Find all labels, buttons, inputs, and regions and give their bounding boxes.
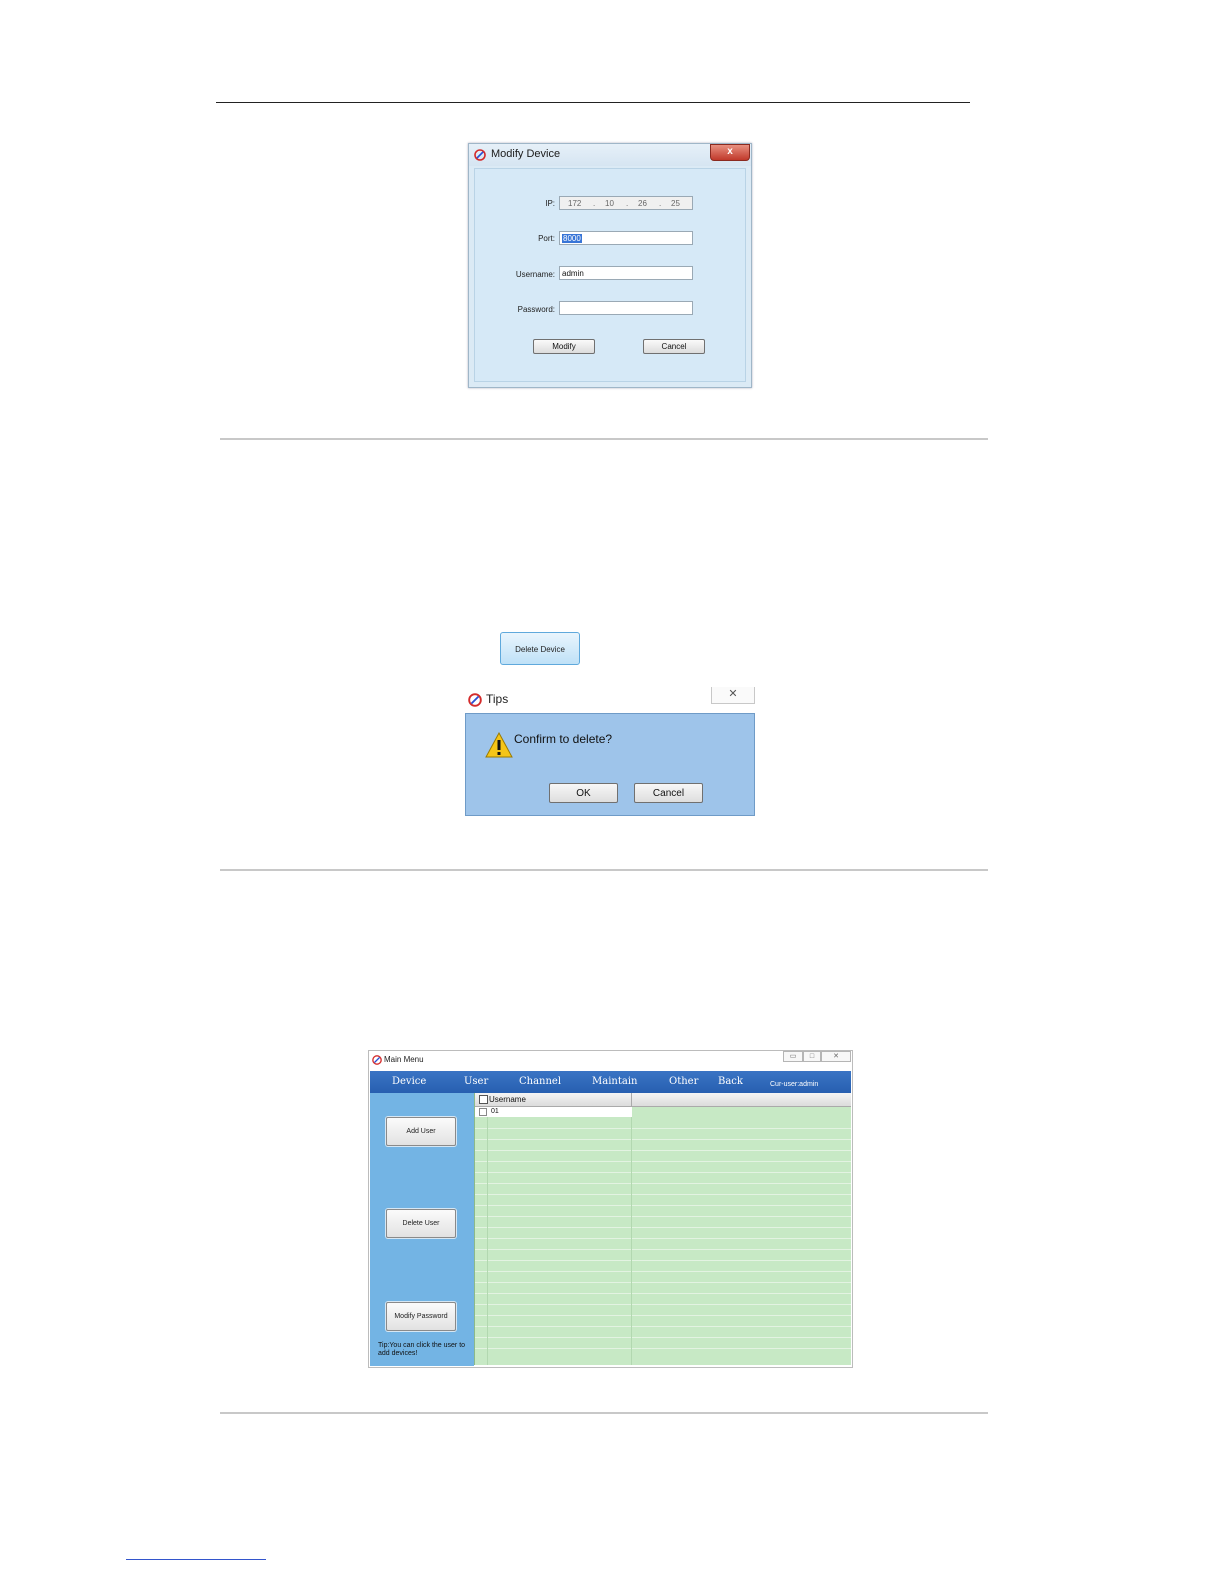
grid-line <box>475 1260 851 1261</box>
grid-line <box>475 1315 851 1316</box>
main-nav-bar: Device User Channel Maintain Other Back … <box>370 1071 851 1093</box>
dialog-body: IP: 172 . 10 . 26 . 25 Port: 8000 Userna… <box>474 168 746 382</box>
app-logo-icon <box>468 693 482 707</box>
tip-text: Tip:You can click the user to add device… <box>378 1342 466 1357</box>
password-label: Password: <box>517 305 555 314</box>
grid-line <box>475 1271 851 1272</box>
ip-octet: 172 <box>568 199 582 208</box>
ip-field[interactable]: 172 . 10 . 26 . 25 <box>559 196 693 210</box>
modify-device-dialog: Modify Device x IP: 172 . 10 . 26 . 25 P… <box>468 143 752 388</box>
ok-button[interactable]: OK <box>549 783 618 803</box>
cancel-button[interactable]: Cancel <box>643 339 705 354</box>
port-label: Port: <box>538 234 555 243</box>
grid-line <box>475 1194 851 1195</box>
row-checkbox[interactable] <box>479 1108 487 1116</box>
nav-back[interactable]: Back <box>718 1076 743 1087</box>
dialog-titlebar: Tips ✕ <box>460 687 758 711</box>
password-input[interactable] <box>559 301 693 315</box>
nav-user[interactable]: User <box>464 1076 488 1087</box>
grid-line <box>475 1293 851 1294</box>
grid-line <box>475 1128 851 1129</box>
row-username: 01 <box>491 1108 499 1115</box>
delete-user-button[interactable]: Delete User <box>386 1209 456 1238</box>
window-titlebar: Main Menu ▭ □ ✕ <box>369 1051 852 1070</box>
column-divider <box>631 1093 632 1106</box>
grid-line <box>475 1205 851 1206</box>
modify-password-button[interactable]: Modify Password <box>386 1302 456 1331</box>
nav-other[interactable]: Other <box>669 1076 698 1087</box>
grid-line <box>475 1282 851 1283</box>
main-menu-window: Main Menu ▭ □ ✕ Device User Channel Main… <box>368 1050 853 1368</box>
username-input[interactable]: admin <box>559 266 693 280</box>
window-title: Main Menu <box>384 1055 424 1064</box>
close-icon[interactable]: ✕ <box>711 687 755 704</box>
grid-line <box>475 1161 851 1162</box>
user-sidebar: Add User Delete User Modify Password Tip… <box>370 1093 474 1366</box>
add-user-button[interactable]: Add User <box>386 1117 456 1146</box>
modify-button[interactable]: Modify <box>533 339 595 354</box>
table-header: Username <box>475 1093 851 1107</box>
port-value: 8000 <box>562 234 582 243</box>
app-logo-icon <box>372 1055 382 1065</box>
section-divider <box>220 438 988 440</box>
grid-line <box>475 1139 851 1140</box>
delete-device-button[interactable]: Delete Device <box>500 632 580 665</box>
grid-line <box>475 1183 851 1184</box>
nav-channel[interactable]: Channel <box>519 1076 561 1087</box>
nav-device[interactable]: Device <box>392 1076 426 1087</box>
grid-line <box>475 1326 851 1327</box>
grid-line <box>475 1150 851 1151</box>
grid-line <box>487 1106 488 1365</box>
ip-label: IP: <box>545 199 555 208</box>
cancel-button[interactable]: Cancel <box>634 783 703 803</box>
ip-octet: 26 <box>638 199 647 208</box>
footnote-rule <box>126 1559 266 1560</box>
column-header-username: Username <box>489 1095 526 1104</box>
grid-line <box>475 1172 851 1173</box>
ip-dot: . <box>626 199 629 208</box>
ip-octet: 10 <box>605 199 614 208</box>
app-logo-icon <box>474 149 486 161</box>
grid-line <box>475 1348 851 1349</box>
minimize-icon[interactable]: ▭ <box>783 1051 803 1062</box>
warning-icon <box>485 732 513 758</box>
grid-line <box>475 1249 851 1250</box>
username-label: Username: <box>515 270 555 279</box>
user-table: Username 01 <box>474 1093 851 1365</box>
grid-line <box>631 1106 632 1365</box>
close-icon[interactable]: x <box>710 144 750 161</box>
top-rule <box>216 102 970 103</box>
grid-line <box>475 1216 851 1217</box>
close-icon[interactable]: ✕ <box>821 1051 851 1062</box>
confirm-message: Confirm to delete? <box>514 732 613 746</box>
grid-line <box>475 1337 851 1338</box>
ip-dot: . <box>593 199 596 208</box>
grid-line <box>475 1227 851 1228</box>
current-user-label: Cur-user:admin <box>770 1081 819 1088</box>
select-all-checkbox[interactable] <box>479 1095 488 1104</box>
nav-maintain[interactable]: Maintain <box>592 1076 637 1087</box>
dialog-body: Confirm to delete? OK Cancel <box>465 713 755 816</box>
ip-dot: . <box>659 199 662 208</box>
port-input[interactable]: 8000 <box>559 231 693 245</box>
grid-line <box>475 1304 851 1305</box>
grid-line <box>475 1238 851 1239</box>
section-divider <box>220 1412 988 1414</box>
maximize-icon[interactable]: □ <box>803 1051 821 1062</box>
ip-octet: 25 <box>671 199 680 208</box>
dialog-title: Modify Device <box>491 148 561 160</box>
dialog-titlebar: Modify Device x <box>469 144 751 166</box>
table-row[interactable]: 01 <box>475 1107 632 1117</box>
dialog-title: Tips <box>486 692 509 706</box>
section-divider <box>220 869 988 871</box>
tips-dialog: Tips ✕ Confirm to delete? OK Cancel <box>460 687 758 819</box>
